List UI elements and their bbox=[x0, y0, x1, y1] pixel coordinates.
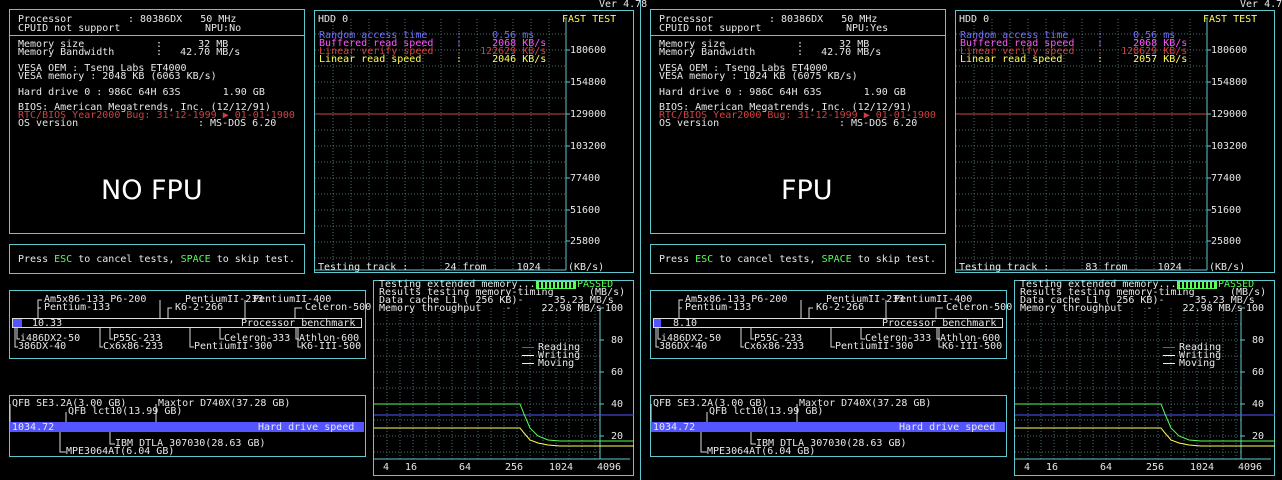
memory-timing-chart bbox=[374, 307, 634, 460]
memory-throughput-result: Memory throughput - 22.98 MB/s bbox=[1020, 303, 1243, 314]
memory-y-tick: 40 bbox=[611, 399, 624, 410]
version-label-left: Ver 4.78 bbox=[599, 0, 648, 10]
memory-x-tick: 16 bbox=[405, 462, 418, 473]
memory-x-tick: 64 bbox=[1100, 462, 1113, 473]
memory-timing-chart bbox=[1015, 307, 1275, 460]
memory-y-tick: 20 bbox=[1252, 431, 1265, 442]
legend-swatch bbox=[1163, 347, 1175, 348]
memory-throughput-result: Memory throughput - 22.98 MB/s bbox=[379, 303, 602, 314]
legend-swatch bbox=[522, 363, 534, 364]
memory-x-tick: 4 bbox=[1024, 462, 1031, 473]
legend-swatch bbox=[522, 355, 534, 356]
memory-x-tick: 256 bbox=[505, 462, 524, 473]
benchmark-panel-no-fpu: Processor: 80386DX 50 MHz CPUID not suppo… bbox=[0, 0, 640, 480]
legend-swatch bbox=[1163, 363, 1175, 364]
memory-y-tick: 80 bbox=[611, 335, 624, 346]
memory-y-tick: 100 bbox=[1246, 303, 1265, 314]
memory-x-tick: 4096 bbox=[1238, 462, 1263, 473]
memory-x-tick: 4 bbox=[383, 462, 390, 473]
memory-y-tick: 80 bbox=[1252, 335, 1265, 346]
panel-separator bbox=[640, 0, 641, 480]
memory-x-tick: 1024 bbox=[549, 462, 574, 473]
memory-x-tick: 16 bbox=[1046, 462, 1059, 473]
memory-y-tick: 60 bbox=[611, 367, 624, 378]
memory-x-tick: 256 bbox=[1146, 462, 1165, 473]
memory-x-tick: 4096 bbox=[597, 462, 622, 473]
memory-y-tick: 20 bbox=[611, 431, 624, 442]
memory-y-tick: 60 bbox=[1252, 367, 1265, 378]
memory-x-tick: 64 bbox=[459, 462, 472, 473]
version-label-right: Ver 4.78 bbox=[1240, 0, 1282, 10]
legend-swatch bbox=[1163, 355, 1175, 356]
memory-y-tick: 100 bbox=[605, 303, 624, 314]
memory-x-tick: 1024 bbox=[1190, 462, 1215, 473]
memory-y-tick: 40 bbox=[1252, 399, 1265, 410]
legend-label: Moving bbox=[538, 358, 575, 369]
benchmark-panel-fpu: Processor: 80386DX 50 MHz CPUID not suppo… bbox=[641, 0, 1281, 480]
legend-swatch bbox=[522, 347, 534, 348]
legend-label: Moving bbox=[1179, 358, 1216, 369]
